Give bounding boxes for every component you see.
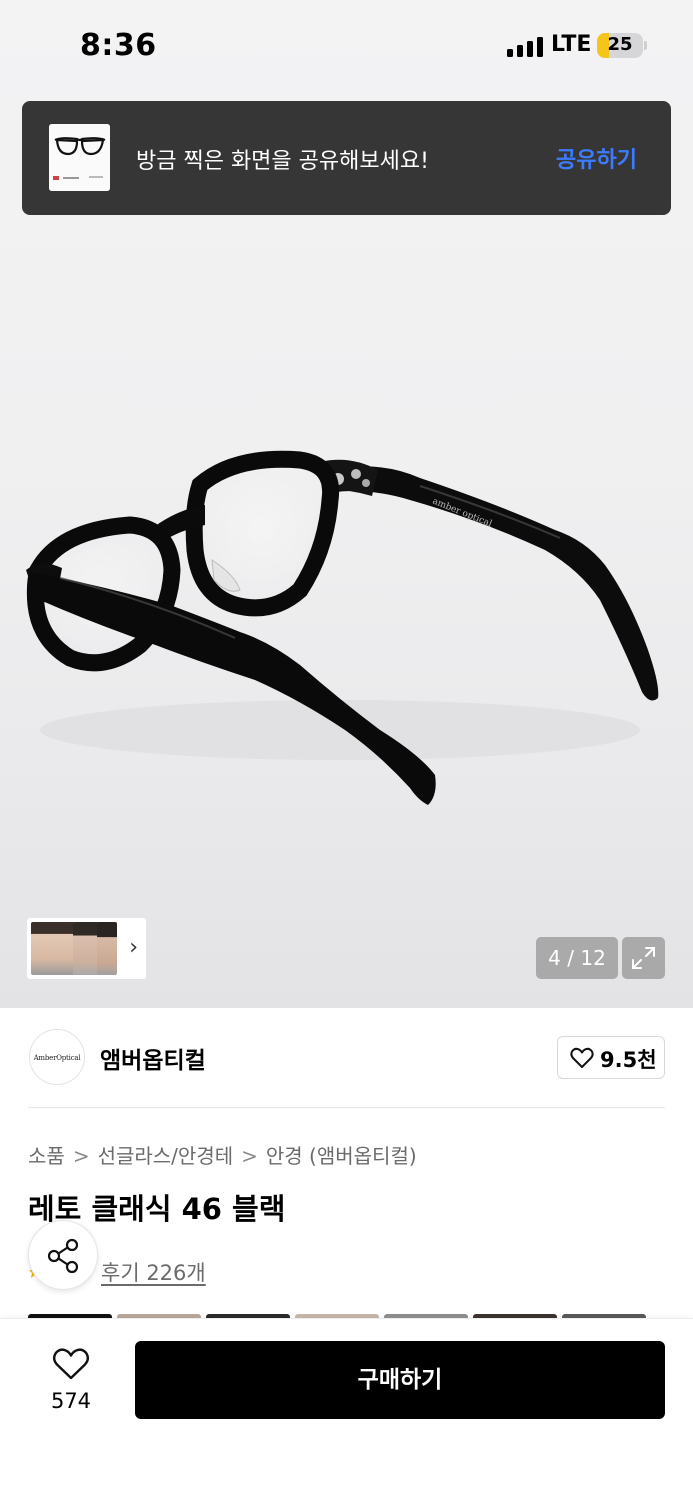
buy-button[interactable]: 구매하기 [135,1341,665,1419]
brand-like-count: 9.5천 [600,1048,657,1072]
network-type: LTE [551,32,592,57]
heart-icon [52,1348,90,1380]
image-page-counter: 4 / 12 [536,937,618,979]
banner-message: 방금 찍은 화면을 공유해보세요! [136,149,429,174]
breadcrumb-item[interactable]: 소품 [28,1144,65,1168]
share-banner: 방금 찍은 화면을 공유해보세요! 공유하기 [22,101,671,215]
model-thumbnail [97,922,117,975]
battery-nub [644,41,647,50]
model-thumbnail-strip[interactable]: › [27,918,146,979]
product-photo-glasses: amber optical [26,450,659,805]
brand-logo[interactable]: AmberOptical [29,1029,85,1085]
heart-icon [570,1047,594,1068]
share-button[interactable] [28,1220,98,1290]
bottom-action-bar: 574 구매하기 [0,1318,693,1500]
expand-button[interactable] [622,937,665,979]
model-thumbnail [73,922,99,975]
share-icon [47,1238,79,1274]
model-thumbnail [31,922,75,975]
status-bar: 8:36 LTE 25 [0,0,693,92]
product-detail-page: 8:36 LTE 25 방금 찍은 화면을 공유해보세요! 공유하기 amber… [0,0,693,1500]
breadcrumb-item[interactable]: 안경 (앰버옵티컬) [266,1144,417,1168]
banner-share-button[interactable]: 공유하기 [556,142,637,174]
product-image-gallery[interactable]: 8:36 LTE 25 방금 찍은 화면을 공유해보세요! 공유하기 amber… [0,0,693,1008]
breadcrumb-separator: > [72,1144,90,1168]
status-time: 8:36 [80,28,157,63]
brand-like-button[interactable]: 9.5천 [557,1036,665,1079]
wishlist-count: 574 [50,1389,92,1413]
brand-name[interactable]: 앰버옵티컬 [100,1041,206,1075]
breadcrumb: 소품 > 선글라스/안경테 > 안경 (앰버옵티컬) [28,1140,417,1169]
expand-icon [632,947,655,969]
breadcrumb-item[interactable]: 선글라스/안경테 [98,1144,234,1168]
review-count-link[interactable]: 후기 226개 [101,1257,206,1287]
battery-icon: 25 [597,33,643,58]
glasses-thumbnail-icon [49,124,110,191]
wishlist-button[interactable]: 574 [30,1341,112,1421]
screenshot-thumbnail[interactable] [49,124,110,191]
signal-icon [507,37,543,57]
chevron-right-icon: › [129,935,138,960]
divider [28,1107,665,1108]
breadcrumb-separator: > [241,1144,258,1168]
battery-percent: 25 [607,34,633,55]
